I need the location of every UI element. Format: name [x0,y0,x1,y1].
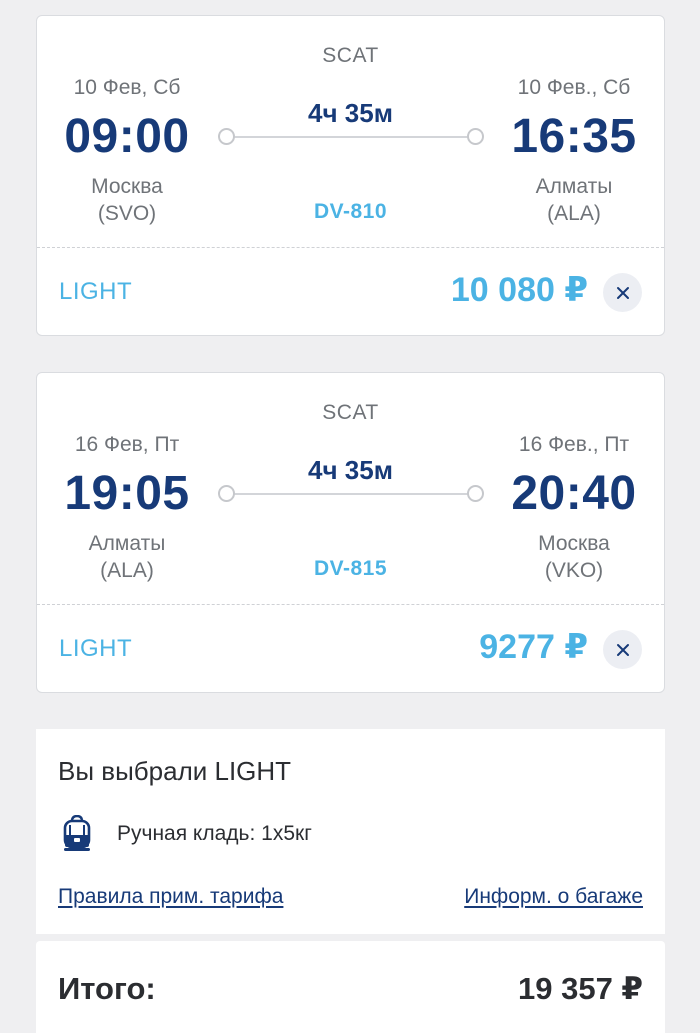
tariff-name: LIGHT [59,635,133,662]
fare-rules-link[interactable]: Правила прим. тарифа [58,885,283,909]
selected-tariff-panel: Вы выбрали LIGHT Ручная кладь: 1x5кг Пра… [36,729,665,934]
carrier-name: SCAT [322,44,379,67]
flight-price: 9277 ₽ [479,628,588,666]
origin-dot-icon [218,485,235,502]
arrival-date: 16 Фев., Пт [518,433,630,456]
flight-price: 10 080 ₽ [450,271,588,309]
arrival-time: 16:35 [511,110,637,163]
departure-date: 10 Фев, Сб [73,76,181,99]
total-panel: Итого: 19 357 ₽ [36,941,665,1033]
booking-summary-page: SCAT 10 Фев, Сб 09:00 Москва (SVO) 4ч 35… [0,0,700,1033]
arrival-city-name: Москва [538,532,610,555]
departure-date: 16 Фев, Пт [74,433,180,456]
destination-dot-icon [467,485,484,502]
arrival-date: 10 Фев., Сб [517,76,631,99]
total-label: Итого: [58,971,156,1006]
arrival-airport-code: (VKO) [544,559,604,582]
remove-flight-button[interactable] [603,630,642,669]
carry-on-bag-icon [63,815,91,851]
destination-dot-icon [467,128,484,145]
route-line [233,136,476,138]
arrival-airport-code: (ALA) [547,202,601,225]
baggage-info-link[interactable]: Информ. о багаже [464,885,643,909]
route-line [233,493,476,495]
selected-tariff-title: Вы выбрали LIGHT [58,756,292,786]
carrier-name: SCAT [322,401,379,424]
arrival-city: Москва (VKO) [484,530,664,584]
total-value: 19 357 ₽ [518,971,643,1006]
flight-card-outbound[interactable]: SCAT 10 Фев, Сб 09:00 Москва (SVO) 4ч 35… [36,15,665,336]
close-icon [616,643,629,656]
close-icon [616,286,629,299]
arrival-city-name: Алматы [535,175,613,198]
card-divider [37,604,664,605]
card-divider [37,247,664,248]
arrival-city: Алматы (ALA) [484,173,664,227]
baggage-allowance: Ручная кладь: 1x5кг [117,822,312,845]
origin-dot-icon [218,128,235,145]
flight-card-return[interactable]: SCAT 16 Фев, Пт 19:05 Алматы (ALA) 4ч 35… [36,372,665,693]
tariff-name: LIGHT [59,278,133,305]
arrival-time: 20:40 [511,467,637,520]
remove-flight-button[interactable] [603,273,642,312]
departure-city-name: Москва [91,175,163,198]
departure-city-name: Алматы [88,532,166,555]
